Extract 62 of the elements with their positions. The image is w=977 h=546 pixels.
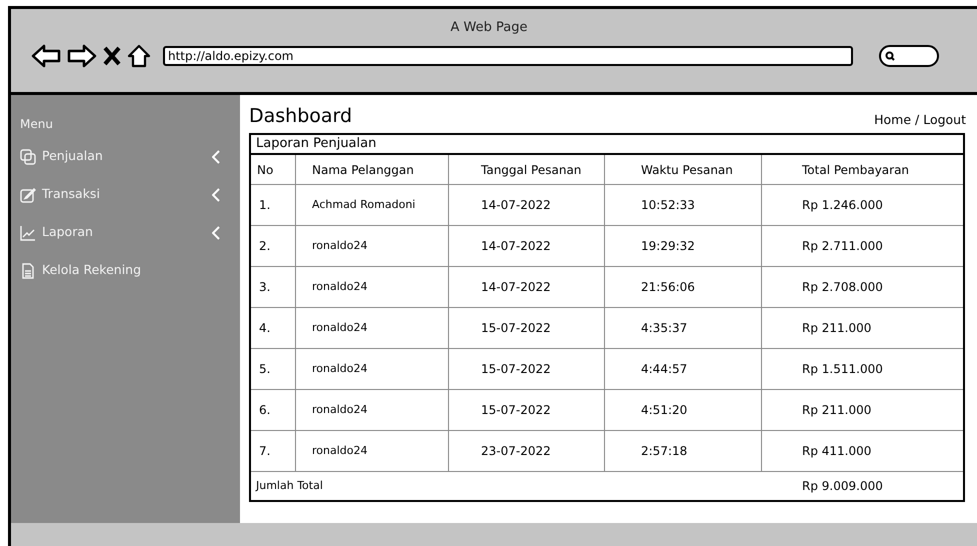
table-cell: 4:51:20 [605, 390, 762, 430]
sidebar-item[interactable]: Kelola Rekening [20, 261, 220, 280]
line-chart-icon [20, 224, 36, 240]
table-cell: 2. [251, 226, 296, 266]
sidebar-item[interactable]: Penjualan [20, 147, 220, 166]
copy-icon [20, 148, 36, 164]
table-cell: 15-07-2022 [449, 308, 605, 348]
sidebar-item[interactable]: Transaksi [20, 185, 220, 204]
table-cell-text: Rp 211.000 [801, 320, 872, 337]
table-cell: 14-07-2022 [449, 226, 605, 266]
home-icon[interactable] [127, 44, 151, 68]
table-cell: 19:29:32 [605, 226, 762, 266]
table-cell: 5. [251, 349, 296, 389]
search-field[interactable] [879, 44, 939, 66]
table-cell: 7. [251, 431, 296, 471]
table-cell: 14-07-2022 [449, 267, 605, 307]
forward-icon[interactable] [67, 44, 97, 68]
table-cell: 15-07-2022 [449, 349, 605, 389]
page-title: Dashboard [249, 104, 352, 128]
table-cell: ronaldo24 [296, 226, 449, 266]
back-icon[interactable] [31, 44, 61, 68]
table-cell: 14-07-2022 [449, 185, 605, 225]
table-cell-text: Rp 1.246.000 [801, 197, 884, 214]
table-cell: 4. [251, 308, 296, 348]
table-cell: 6. [251, 390, 296, 430]
close-icon[interactable] [103, 46, 121, 66]
table-cell: Achmad Romadoni [296, 185, 449, 225]
nav-links[interactable]: Home / Logout [874, 111, 966, 130]
address-field[interactable]: http://aldo.epizy.com [163, 46, 853, 66]
table-cell: ronaldo24 [296, 349, 449, 389]
table-cell-text: Rp 1.511.000 [801, 361, 884, 378]
edit-icon [20, 186, 36, 202]
column-header: Tanggal Pesanan [449, 155, 605, 184]
table-cell-text: Rp 2.711.000 [801, 238, 884, 255]
table-cell: ronaldo24 [296, 431, 449, 471]
table-cell: 4:44:57 [605, 349, 762, 389]
total-label: Jumlah Total [254, 478, 324, 494]
table-cell: 4:35:37 [605, 308, 762, 348]
document-icon [20, 262, 36, 278]
table-cell: 15-07-2022 [449, 390, 605, 430]
search-icon [885, 50, 895, 60]
window-title: A Web Page [450, 19, 528, 37]
table-cell: 10:52:33 [605, 185, 762, 225]
column-header: Waktu Pesanan [605, 155, 762, 184]
column-header: No [251, 155, 296, 184]
column-header: Total Pembayaran [801, 162, 910, 178]
table-cell: ronaldo24 [296, 390, 449, 430]
sidebar-heading: Menu [20, 116, 54, 133]
table-cell: 2:57:18 [605, 431, 762, 471]
table-cell: 1. [251, 185, 296, 225]
table-cell: 21:56:06 [605, 267, 762, 307]
table-cell: ronaldo24 [296, 267, 449, 307]
table-cell: 23-07-2022 [449, 431, 605, 471]
table-cell: ronaldo24 [296, 308, 449, 348]
column-header: Nama Pelanggan [296, 155, 449, 184]
table-title: Laporan Penjualan [256, 135, 376, 154]
table-cell-text: Rp 211.000 [801, 402, 872, 419]
table-cell-text: Rp 411.000 [801, 443, 872, 460]
sidebar-item[interactable]: Laporan [20, 223, 220, 242]
table-cell: 3. [251, 267, 296, 307]
total-value: Rp 9.009.000 [801, 478, 883, 495]
table-cell-text: Rp 2.708.000 [801, 279, 884, 296]
